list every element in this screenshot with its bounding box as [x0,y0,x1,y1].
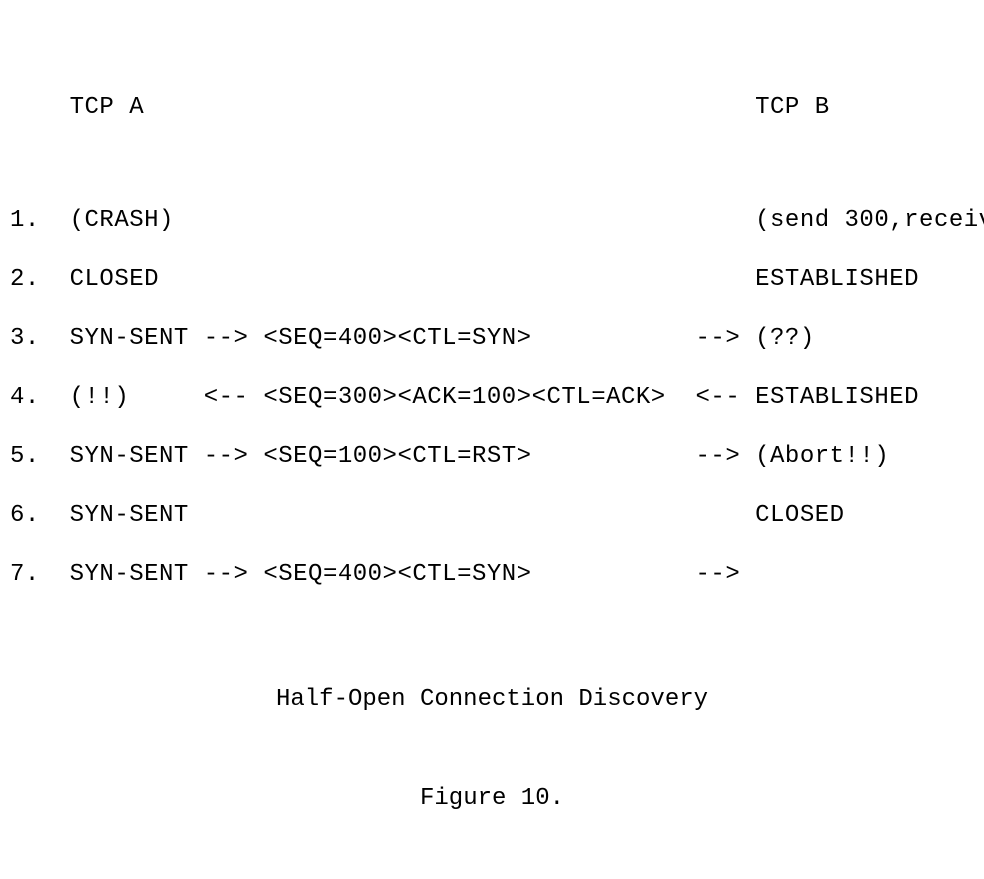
figure-label: Figure 10. [10,785,974,812]
diagram-row: 3. SYN-SENT --> <SEQ=400><CTL=SYN> --> (… [10,325,974,352]
diagram-row: 2. CLOSED ESTABLISHED [10,266,974,293]
header-line: TCP A TCP B [10,94,974,121]
diagram-row: 7. SYN-SENT --> <SEQ=400><CTL=SYN> --> [10,561,974,588]
diagram-row: 5. SYN-SENT --> <SEQ=100><CTL=RST> --> (… [10,443,974,470]
diagram-container: TCP A TCP B 1. (CRASH) (send 300,receive… [0,0,984,879]
diagram-row: 6. SYN-SENT CLOSED [10,502,974,529]
diagram-row: 1. (CRASH) (send 300,receive 100) [10,207,974,234]
header-text: TCP A TCP B [10,94,830,121]
diagram-row: 4. (!!) <-- <SEQ=300><ACK=100><CTL=ACK> … [10,384,974,411]
caption: Half-Open Connection Discovery [10,686,974,713]
